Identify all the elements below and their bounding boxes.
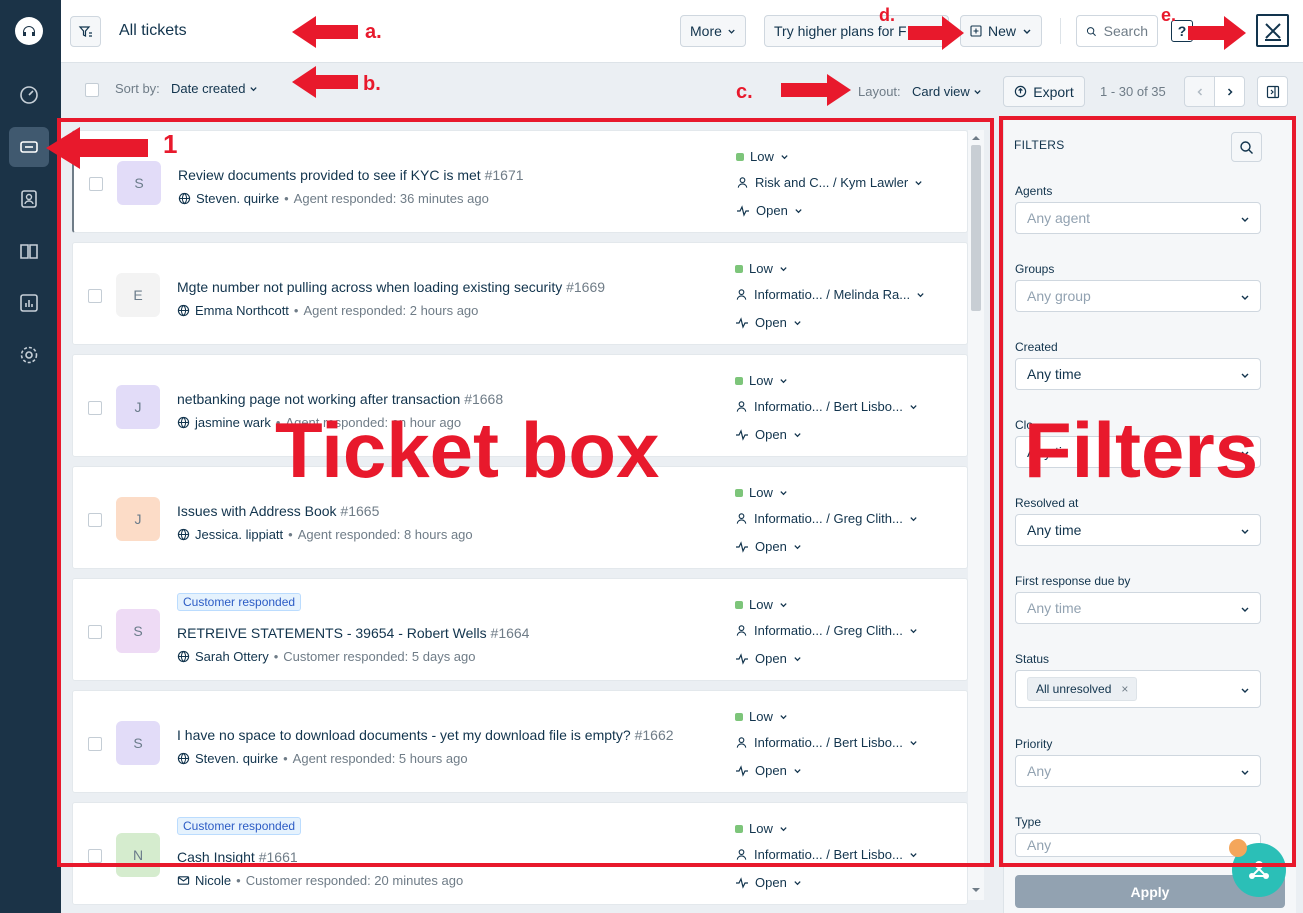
annotation-label-e: e. — [1161, 5, 1177, 25]
export-icon — [1015, 85, 1027, 98]
layout-label: Layout: — [858, 84, 901, 99]
chevron-left-icon — [1196, 87, 1202, 96]
reports-icon[interactable] — [9, 283, 49, 323]
solutions-icon[interactable] — [9, 231, 49, 271]
annotation-label-d: d. — [879, 5, 895, 25]
chevron-down-icon — [250, 87, 257, 92]
next-page-button[interactable] — [1214, 76, 1245, 107]
status-dropdown[interactable]: Open — [735, 875, 802, 890]
dashboard-icon[interactable] — [9, 75, 49, 115]
annotation-arrow-b — [292, 66, 358, 98]
annotation-arrow-a — [292, 16, 358, 48]
select-all-checkbox[interactable] — [85, 83, 99, 97]
annotation-ticket-box-label: Ticket box — [275, 406, 660, 494]
prev-page-button[interactable] — [1184, 76, 1215, 107]
add-icon — [970, 25, 982, 37]
export-button[interactable]: Export — [1003, 76, 1085, 107]
sort-dropdown[interactable]: Date created — [171, 81, 258, 96]
new-button[interactable]: New — [960, 15, 1042, 47]
annotation-label-1: 1 — [163, 129, 178, 159]
chevron-right-icon — [1227, 87, 1233, 96]
annotation-label-c: c. — [736, 81, 753, 103]
email-icon — [177, 876, 190, 885]
sort-label: Sort by: — [115, 81, 160, 96]
ticket-activity: Customer responded: 20 minutes ago — [245, 873, 464, 888]
scroll-down-icon — [972, 888, 980, 892]
annotation-filters-label: Filters — [1024, 406, 1259, 494]
layout-dropdown[interactable]: Card view — [912, 84, 982, 99]
more-button[interactable]: More — [680, 15, 746, 47]
meta-separator: • — [236, 873, 241, 888]
search-icon — [1086, 26, 1096, 36]
pagination-count: 1 - 30 of 35 — [1100, 84, 1166, 99]
chevron-down-icon — [974, 90, 982, 95]
ticket-meta: Nicole • Customer responded: 20 minutes ag… — [177, 873, 463, 888]
admin-icon[interactable] — [9, 335, 49, 375]
top-header: All tickets More Try higher plans for F … — [61, 0, 1303, 63]
contacts-icon[interactable] — [9, 179, 49, 219]
annotation-label-a: a. — [365, 21, 382, 43]
chevron-down-icon — [1023, 29, 1031, 34]
freshdesk-logo-icon[interactable] — [15, 17, 43, 45]
toggle-views-button[interactable] — [70, 16, 101, 47]
search-button[interactable]: Search — [1076, 15, 1158, 47]
panel-icon — [1266, 85, 1279, 98]
tickets-icon[interactable] — [9, 127, 49, 167]
list-toolbar: Sort by: Date created Layout: Card view … — [61, 63, 1303, 118]
header-divider — [1060, 18, 1061, 44]
annotation-arrow-c — [781, 74, 851, 106]
filter-list-icon — [78, 25, 92, 37]
chevron-down-icon — [794, 881, 801, 886]
toggle-filters-panel-button[interactable] — [1257, 76, 1288, 107]
requester-name[interactable]: Nicole — [195, 873, 231, 888]
annotation-label-b: b. — [363, 73, 381, 95]
status-icon — [736, 876, 748, 889]
annotation-arrow-e — [1188, 16, 1246, 50]
annotation-arrow-1 — [46, 127, 148, 169]
chevron-down-icon — [728, 29, 735, 34]
annotation-arrow-d — [908, 16, 964, 50]
apps-icon[interactable] — [1256, 14, 1289, 47]
page-title: All tickets — [119, 22, 187, 39]
